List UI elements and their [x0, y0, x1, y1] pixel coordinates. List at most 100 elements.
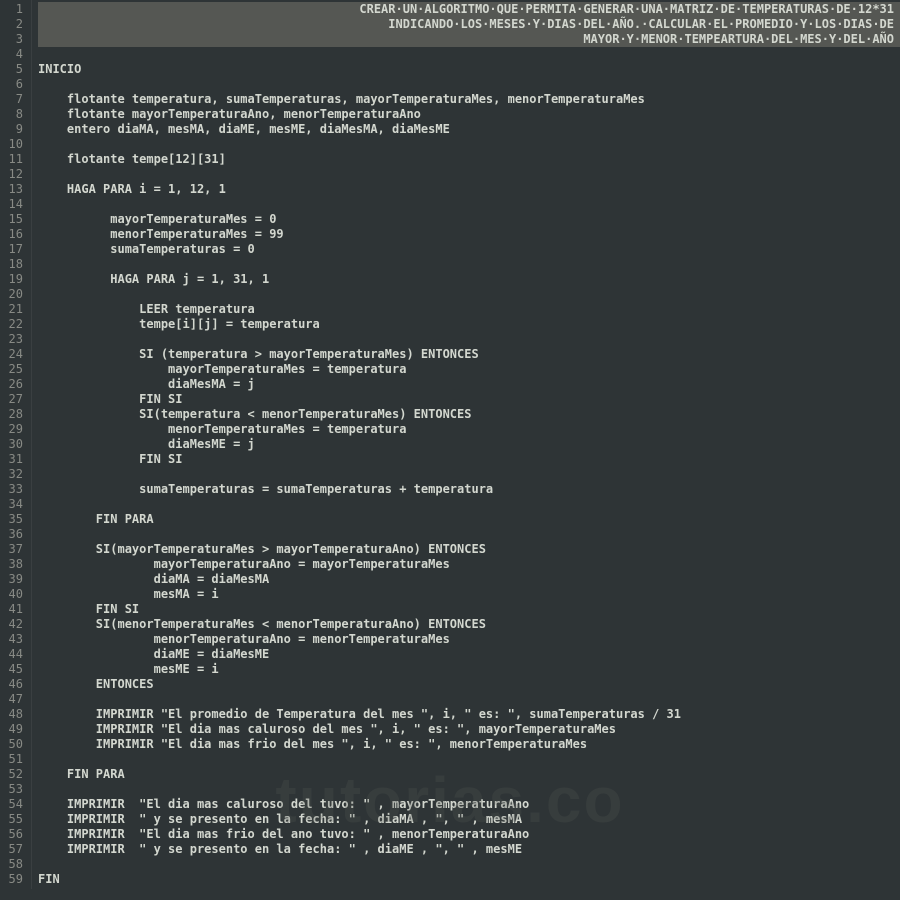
- line-number: 30: [4, 437, 23, 452]
- code-line: FIN PARA: [38, 767, 900, 782]
- line-number: 21: [4, 302, 23, 317]
- code-line: [38, 782, 900, 797]
- code-line: FIN SI: [38, 392, 900, 407]
- code-area: CREAR·UN·ALGORITMO·QUE·PERMITA·GENERAR·U…: [32, 0, 900, 889]
- line-number: 12: [4, 167, 23, 182]
- line-number: 52: [4, 767, 23, 782]
- line-number: 6: [4, 77, 23, 92]
- code-line: [38, 857, 900, 872]
- line-number: 11: [4, 152, 23, 167]
- code-line: [38, 197, 900, 212]
- line-number: 32: [4, 467, 23, 482]
- line-number: 45: [4, 662, 23, 677]
- line-number: 57: [4, 842, 23, 857]
- code-line: INDICANDO·LOS·MESES·Y·DIAS·DEL·AÑO.·CALC…: [38, 17, 900, 32]
- line-number: 55: [4, 812, 23, 827]
- line-number: 1: [4, 2, 23, 17]
- line-number: 47: [4, 692, 23, 707]
- line-number: 43: [4, 632, 23, 647]
- line-number: 17: [4, 242, 23, 257]
- line-number: 7: [4, 92, 23, 107]
- code-line: IMPRIMIR " y se presento en la fecha: " …: [38, 812, 900, 827]
- code-line: [38, 47, 900, 62]
- line-number: 49: [4, 722, 23, 737]
- code-line: entero diaMA, mesMA, diaME, mesME, diaMe…: [38, 122, 900, 137]
- code-line: [38, 137, 900, 152]
- code-line: [38, 167, 900, 182]
- line-number: 15: [4, 212, 23, 227]
- line-number: 24: [4, 347, 23, 362]
- line-number: 40: [4, 587, 23, 602]
- code-line: [38, 287, 900, 302]
- line-number: 20: [4, 287, 23, 302]
- code-line: MAYOR·Y·MENOR·TEMPEARTURA·DEL·MES·Y·DEL·…: [38, 32, 900, 47]
- line-number: 2: [4, 17, 23, 32]
- line-number: 29: [4, 422, 23, 437]
- line-number: 18: [4, 257, 23, 272]
- line-number: 3: [4, 32, 23, 47]
- code-line: FIN: [38, 872, 900, 887]
- code-line: [38, 692, 900, 707]
- line-number: 14: [4, 197, 23, 212]
- code-line: CREAR·UN·ALGORITMO·QUE·PERMITA·GENERAR·U…: [38, 2, 900, 17]
- code-line: mayorTemperaturaMes = temperatura: [38, 362, 900, 377]
- line-number: 9: [4, 122, 23, 137]
- code-line: FIN SI: [38, 452, 900, 467]
- code-line: FIN SI: [38, 602, 900, 617]
- line-number: 38: [4, 557, 23, 572]
- line-number: 10: [4, 137, 23, 152]
- code-line: FIN PARA: [38, 512, 900, 527]
- code-line: IMPRIMIR "El dia mas frio del mes ", i, …: [38, 737, 900, 752]
- line-number: 23: [4, 332, 23, 347]
- line-number: 59: [4, 872, 23, 887]
- code-line: HAGA PARA j = 1, 31, 1: [38, 272, 900, 287]
- code-line: IMPRIMIR "El dia mas caluroso del mes ",…: [38, 722, 900, 737]
- code-line: diaMesMA = j: [38, 377, 900, 392]
- code-line: IMPRIMIR "El dia mas caluroso del tuvo: …: [38, 797, 900, 812]
- line-number: 31: [4, 452, 23, 467]
- code-line: IMPRIMIR "El dia mas frio del ano tuvo: …: [38, 827, 900, 842]
- line-number: 56: [4, 827, 23, 842]
- line-number: 53: [4, 782, 23, 797]
- line-number: 26: [4, 377, 23, 392]
- code-line: menorTemperaturaMes = 99: [38, 227, 900, 242]
- line-number: 27: [4, 392, 23, 407]
- line-number: 25: [4, 362, 23, 377]
- code-line: SI(temperatura < menorTemperaturaMes) EN…: [38, 407, 900, 422]
- code-line: sumaTemperaturas = sumaTemperaturas + te…: [38, 482, 900, 497]
- code-line: INICIO: [38, 62, 900, 77]
- code-line: [38, 332, 900, 347]
- code-line: flotante mayorTemperaturaAno, menorTempe…: [38, 107, 900, 122]
- line-number: 33: [4, 482, 23, 497]
- code-line: mayorTemperaturaMes = 0: [38, 212, 900, 227]
- code-line: sumaTemperaturas = 0: [38, 242, 900, 257]
- line-number: 46: [4, 677, 23, 692]
- code-line: LEER temperatura: [38, 302, 900, 317]
- code-line: HAGA PARA i = 1, 12, 1: [38, 182, 900, 197]
- line-number: 50: [4, 737, 23, 752]
- code-line: diaMesME = j: [38, 437, 900, 452]
- line-number: 35: [4, 512, 23, 527]
- line-number: 22: [4, 317, 23, 332]
- code-line: SI(menorTemperaturaMes < menorTemperatur…: [38, 617, 900, 632]
- line-number: 51: [4, 752, 23, 767]
- line-number: 5: [4, 62, 23, 77]
- line-number: 44: [4, 647, 23, 662]
- line-number: 16: [4, 227, 23, 242]
- line-number: 41: [4, 602, 23, 617]
- code-line: tempe[i][j] = temperatura: [38, 317, 900, 332]
- code-line: IMPRIMIR " y se presento en la fecha: " …: [38, 842, 900, 857]
- line-number: 58: [4, 857, 23, 872]
- line-number: 4: [4, 47, 23, 62]
- line-number: 39: [4, 572, 23, 587]
- line-number: 36: [4, 527, 23, 542]
- line-number: 42: [4, 617, 23, 632]
- line-number-gutter: 1234567891011121314151617181920212223242…: [0, 0, 32, 889]
- code-line: SI(mayorTemperaturaMes > mayorTemperatur…: [38, 542, 900, 557]
- code-line: [38, 527, 900, 542]
- line-number: 48: [4, 707, 23, 722]
- code-line: flotante tempe[12][31]: [38, 152, 900, 167]
- code-line: menorTemperaturaMes = temperatura: [38, 422, 900, 437]
- line-number: 37: [4, 542, 23, 557]
- code-line: diaME = diaMesME: [38, 647, 900, 662]
